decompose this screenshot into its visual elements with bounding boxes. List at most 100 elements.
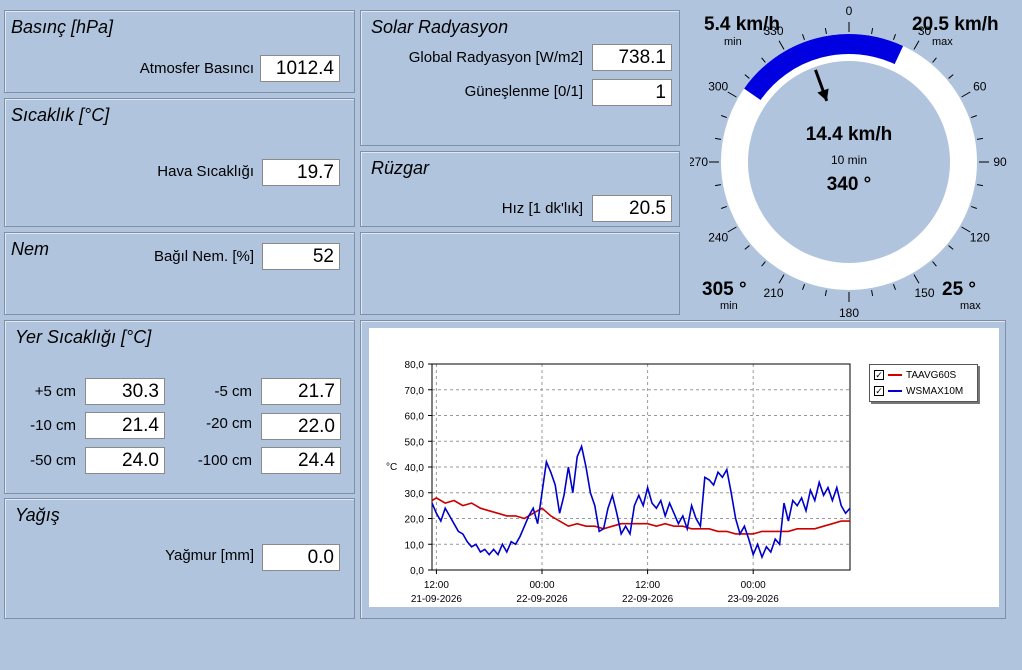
wind-panel: Rüzgar Hız [1 dk'lık] 20.5 — [360, 151, 680, 227]
gauge-tick — [913, 40, 920, 50]
y-tick-label: 80,0 — [405, 360, 425, 371]
gauge-tick — [744, 74, 750, 79]
wind-speed-label: Hız [1 dk'lık] — [501, 200, 583, 217]
humidity-title: Nem — [11, 239, 50, 259]
legend-swatch-red — [888, 374, 902, 376]
ground-value: 22.0 — [261, 413, 341, 440]
x-tick-time: 00:00 — [529, 580, 554, 591]
ground-label: -50 cm — [30, 452, 76, 469]
gauge-tick — [727, 226, 737, 233]
sunshine-value: 1 — [592, 79, 672, 106]
gauge-tick — [802, 283, 806, 290]
ground-title: Yer Sıcaklığı [°C] — [15, 327, 152, 347]
humidity-value: 52 — [262, 243, 340, 270]
legend-checkbox[interactable]: ✓ — [874, 386, 884, 396]
gauge-tick — [824, 289, 827, 297]
ground-label: -100 cm — [197, 452, 252, 469]
gauge-tick-label: 300 — [708, 80, 728, 94]
gauge-tick — [761, 261, 766, 267]
gauge-dir-min-label: min — [720, 300, 738, 312]
x-tick-time: 12:00 — [424, 580, 449, 591]
gauge-tick — [976, 184, 984, 187]
ground-label: -10 cm — [30, 417, 76, 434]
x-tick-date: 22-09-2026 — [516, 594, 568, 605]
gauge-speed-max: 20.5 km/h — [912, 14, 999, 35]
humidity-label: Bağıl Nem. [%] — [153, 248, 254, 265]
global-radiation-value: 738.1 — [592, 44, 672, 71]
ground-value: 21.7 — [261, 378, 341, 405]
y-tick-label: 10,0 — [405, 540, 425, 551]
gauge-tick-label: 240 — [708, 231, 728, 245]
legend-swatch-blue — [888, 390, 902, 392]
solar-title: Solar Radyasyon — [371, 17, 509, 37]
y-tick-label: 30,0 — [405, 489, 425, 500]
chart-grid — [432, 364, 850, 570]
wind-speed-value: 20.5 — [592, 195, 672, 222]
legend-label: TAAVG60S — [906, 369, 957, 381]
gauge-tick — [913, 274, 920, 284]
gauge-tick — [824, 27, 827, 35]
legend-checkbox[interactable]: ✓ — [874, 370, 884, 380]
gauge-tick-label: 0 — [846, 4, 853, 18]
ground-label: -5 cm — [214, 383, 253, 400]
gauge-tick — [778, 274, 785, 284]
legend-item[interactable]: ✓ WSMAX10M — [874, 384, 963, 398]
gauge-tick — [871, 27, 874, 35]
gauge-dir-min: 305 ° — [702, 279, 747, 300]
pressure-title: Basınç [hPa] — [11, 17, 114, 37]
humidity-panel: Nem Bağıl Nem. [%] 52 — [4, 232, 355, 315]
gauge-tick — [976, 137, 984, 140]
gauge-tick — [721, 205, 728, 209]
x-tick-date: 23-09-2026 — [728, 594, 780, 605]
gauge-tick — [948, 245, 954, 250]
gauge-speed-min: 5.4 km/h — [704, 14, 780, 35]
gauge-tick — [721, 115, 728, 119]
empty-panel — [360, 232, 680, 315]
gauge-tick — [714, 137, 722, 140]
gauge-tick — [892, 34, 896, 41]
gauge-tick-label: 180 — [839, 306, 859, 318]
gauge-center-direction: 340 ° — [827, 174, 872, 195]
wind-title: Rüzgar — [371, 158, 430, 178]
gauge-tick — [761, 57, 766, 63]
rain-label: Yağmur [mm] — [165, 547, 254, 564]
rain-value: 0.0 — [262, 544, 340, 571]
pressure-value: 1012.4 — [260, 55, 340, 82]
gauge-speed-min-label: min — [724, 36, 742, 48]
gauge-tick — [970, 115, 977, 119]
legend-item[interactable]: ✓ TAAVG60S — [874, 368, 956, 382]
y-tick-label: 70,0 — [405, 386, 425, 397]
gauge-tick — [892, 283, 896, 290]
gauge-tick — [778, 40, 785, 50]
gauge-tick-label: 150 — [914, 286, 934, 300]
gauge-speed-max-label: max — [932, 36, 953, 48]
ground-label: +5 cm — [34, 383, 76, 400]
y-tick-label: 0,0 — [410, 566, 424, 577]
pressure-label: Atmosfer Basıncı — [139, 60, 254, 77]
gauge-tick-label: 60 — [973, 80, 987, 94]
temperature-label: Hava Sıcaklığı — [157, 163, 254, 180]
ground-value: 24.4 — [261, 447, 341, 474]
gauge-tick-label: 210 — [763, 286, 783, 300]
gauge-tick — [932, 57, 937, 63]
gauge-tick — [744, 245, 750, 250]
gauge-tick — [727, 91, 737, 98]
y-axis-ticks: 0,0 10,0 20,0 30,0 40,0 50,0 60,0 70,0 80,0 — [405, 360, 432, 577]
series-line-wsmax10m — [431, 443, 851, 560]
gauge-tick-label: 120 — [970, 231, 990, 245]
x-tick-time: 00:00 — [741, 580, 766, 591]
y-tick-label: 60,0 — [405, 412, 425, 423]
sunshine-label: Güneşlenme [0/1] — [464, 83, 583, 100]
gauge-dir-max-label: max — [960, 300, 981, 312]
gauge-dir-max: 25 ° — [942, 279, 976, 300]
gauge-center-period: 10 min — [831, 153, 867, 167]
temperature-title: Sıcaklık [°C] — [11, 105, 110, 125]
ground-value: 21.4 — [85, 412, 165, 439]
ground-value: 30.3 — [85, 378, 165, 405]
temperature-panel: Sıcaklık [°C] Hava Sıcaklığı 19.7 — [4, 98, 355, 227]
rain-title: Yağış — [15, 505, 60, 525]
gauge-tick — [961, 91, 971, 98]
chart-series — [431, 443, 851, 560]
y-tick-label: 20,0 — [405, 515, 425, 526]
y-tick-label: 40,0 — [405, 463, 425, 474]
